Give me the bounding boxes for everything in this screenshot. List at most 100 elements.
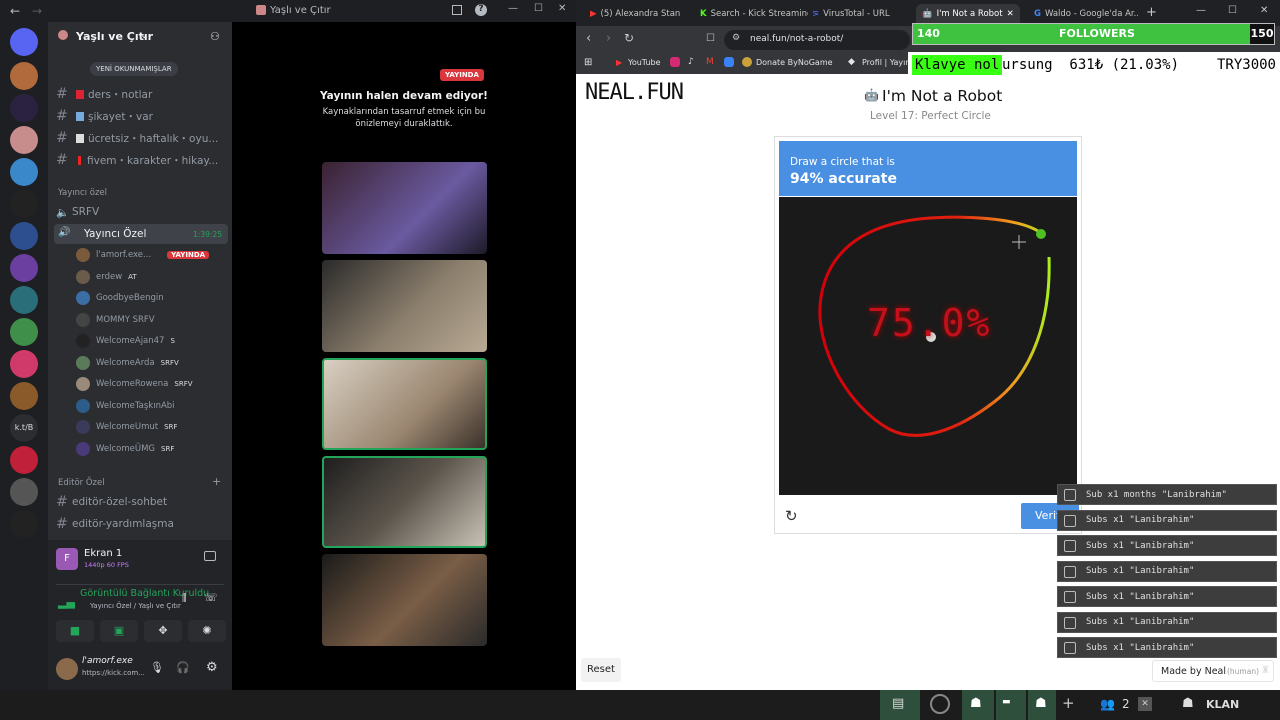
forward-arrow-icon[interactable]: › bbox=[606, 31, 611, 46]
headphones-icon[interactable]: 🎧 bbox=[176, 661, 190, 674]
reset-button[interactable]: Reset bbox=[581, 658, 621, 682]
voice-user[interactable]: WelcomeAjan47 S bbox=[76, 332, 226, 350]
inbox-icon[interactable] bbox=[452, 5, 462, 15]
noise-suppression-icon[interactable]: ⫼ bbox=[182, 593, 187, 604]
activities-button[interactable]: ✥ bbox=[144, 620, 182, 642]
back-arrow-icon[interactable]: ← bbox=[10, 4, 20, 18]
stop-stream-icon[interactable] bbox=[204, 551, 216, 561]
voice-user[interactable]: l'amorf.exe... YAYINDA bbox=[76, 246, 226, 264]
voice-user[interactable]: MOMMY SRFV bbox=[76, 311, 226, 329]
server-icon[interactable] bbox=[10, 446, 38, 474]
add-channel-icon[interactable]: + bbox=[212, 475, 221, 488]
voice-user[interactable]: WelcomeTaşkınAbi bbox=[76, 397, 226, 415]
taskbar-app[interactable]: ▤ bbox=[880, 690, 920, 720]
help-icon[interactable]: ? bbox=[475, 4, 487, 16]
made-by-badge[interactable]: Made by Neal (human) ♜ bbox=[1152, 660, 1274, 682]
server-icon[interactable] bbox=[10, 62, 38, 90]
bookmark-star-icon[interactable]: ☐ bbox=[706, 33, 715, 44]
refresh-icon[interactable]: ↻ bbox=[785, 507, 798, 525]
video-tile[interactable] bbox=[322, 358, 487, 450]
server-icon[interactable] bbox=[10, 94, 38, 122]
url-field[interactable]: ⚙ neal.fun/not-a-robot/ bbox=[724, 30, 910, 50]
bookmark-donate[interactable]: Donate ByNoGame bbox=[756, 58, 833, 67]
bookmark-youtube[interactable]: YouTube bbox=[628, 58, 661, 67]
screen-share-button[interactable]: ▣ bbox=[100, 620, 138, 642]
new-unread-pill[interactable]: YENİ OKUNMAMIŞLAR bbox=[90, 62, 178, 76]
taskbar-app[interactable] bbox=[922, 690, 958, 720]
avatar[interactable] bbox=[56, 658, 78, 680]
soundboard-button[interactable]: ✺ bbox=[188, 620, 226, 642]
minimize-button[interactable]: — bbox=[1196, 5, 1206, 16]
drawing-canvas[interactable]: 75.0% bbox=[779, 197, 1077, 495]
server-icon[interactable] bbox=[10, 350, 38, 378]
tab[interactable]: K Search - Kick Streaming bbox=[694, 4, 808, 24]
tab-active[interactable]: 🤖 I'm Not a Robot ✕ bbox=[916, 4, 1020, 24]
chevron-down-icon[interactable]: ⌄ bbox=[140, 30, 148, 41]
disconnect-icon[interactable]: ☏ bbox=[204, 591, 218, 604]
bookmark-icon[interactable] bbox=[724, 57, 734, 67]
reload-icon[interactable]: ↻ bbox=[624, 31, 634, 45]
voice-channel-active[interactable]: 🔊 Yayıncı Özel 1:39:25 bbox=[54, 224, 228, 244]
channel-item[interactable]: # editör-özel-sohbet bbox=[56, 492, 226, 512]
voice-user[interactable]: WelcomeArda SRFV bbox=[76, 354, 226, 372]
voice-user[interactable]: erdew AT bbox=[76, 268, 226, 286]
tab[interactable]: ⋝ VirusTotal - URL bbox=[806, 4, 910, 24]
taskbar-app[interactable]: ▬ bbox=[996, 690, 1026, 720]
maximize-button[interactable]: ☐ bbox=[534, 3, 543, 14]
add-icon[interactable]: + bbox=[1062, 694, 1075, 712]
apps-grid-icon[interactable]: ⊞ bbox=[584, 57, 592, 68]
taskbar-app[interactable]: ☗ bbox=[1028, 690, 1056, 720]
voice-user[interactable]: WelcomeRowena SRFV bbox=[76, 375, 226, 393]
video-tile[interactable] bbox=[322, 456, 487, 548]
gmail-icon[interactable]: M bbox=[706, 57, 714, 67]
video-tile[interactable] bbox=[322, 162, 487, 254]
username[interactable]: l'amorf.exe bbox=[82, 656, 133, 666]
voice-user[interactable]: WelcomeÜMG SRF bbox=[76, 440, 226, 458]
server-icon[interactable] bbox=[10, 222, 38, 250]
site-info-icon[interactable]: ⚙ bbox=[732, 33, 740, 43]
category-header[interactable]: Editör Özel bbox=[58, 478, 105, 488]
channel-item[interactable]: # ders・notlar bbox=[56, 84, 226, 104]
server-icon[interactable] bbox=[10, 382, 38, 410]
server-icon[interactable] bbox=[10, 510, 38, 538]
add-member-icon[interactable]: ⚇ bbox=[210, 30, 220, 43]
klan-label[interactable]: KLAN bbox=[1206, 698, 1239, 711]
server-icon[interactable] bbox=[10, 158, 38, 186]
back-arrow-icon[interactable]: ‹ bbox=[586, 31, 591, 46]
new-tab-icon[interactable]: + bbox=[1146, 5, 1157, 20]
tab[interactable]: G Waldo - Google'da Ar... bbox=[1028, 4, 1138, 24]
instagram-icon[interactable] bbox=[670, 57, 680, 67]
taskbar-app[interactable]: ☗ bbox=[962, 690, 994, 720]
voice-channel-srfv[interactable]: 🔈 SRFV bbox=[56, 202, 226, 222]
close-icon[interactable]: ✕ bbox=[1138, 697, 1152, 711]
minimize-button[interactable]: — bbox=[508, 3, 518, 14]
site-logo[interactable]: NEAL.FUN bbox=[585, 80, 684, 105]
close-tab-icon[interactable]: ✕ bbox=[1007, 9, 1014, 19]
gear-icon[interactable]: ⚙ bbox=[206, 660, 218, 675]
bookmark-profil[interactable]: Profil | Yayıncı bbox=[862, 58, 912, 67]
channel-item[interactable]: # editör-yardımlaşma bbox=[56, 514, 226, 534]
server-icon[interactable] bbox=[10, 478, 38, 506]
discord-home-icon[interactable] bbox=[10, 28, 38, 56]
channel-item[interactable]: # şikayet・var bbox=[56, 106, 226, 126]
camera-button[interactable]: ■ bbox=[56, 620, 94, 642]
people-icon[interactable]: 👥 bbox=[1100, 697, 1115, 711]
server-icon[interactable] bbox=[10, 286, 38, 314]
voice-user[interactable]: WelcomeUmut SRF bbox=[76, 418, 226, 436]
video-tile[interactable] bbox=[322, 554, 487, 646]
category-header[interactable]: Yayıncı özel bbox=[58, 188, 107, 198]
close-button[interactable]: ✕ bbox=[558, 3, 566, 14]
video-tile[interactable] bbox=[322, 260, 487, 352]
tab[interactable]: ▶ (5) Alexandra Stan bbox=[584, 4, 688, 24]
channel-item[interactable]: # fivem・karakter・hikay... bbox=[56, 150, 226, 170]
voice-user[interactable]: GoodbyeBengin bbox=[76, 289, 226, 307]
tiktok-icon[interactable]: ♪ bbox=[688, 57, 694, 67]
server-icon[interactable] bbox=[10, 318, 38, 346]
maximize-button[interactable]: ☐ bbox=[1228, 5, 1237, 16]
server-icon[interactable] bbox=[10, 190, 38, 218]
forward-arrow-icon[interactable]: → bbox=[32, 4, 42, 18]
channel-item[interactable]: # ücretsiz・haftalık・oyu... bbox=[56, 128, 226, 148]
server-icon[interactable] bbox=[10, 254, 38, 282]
microphone-icon[interactable]: 🎙 bbox=[150, 661, 164, 674]
connection-title[interactable]: Görüntülü Bağlantı Kuruldu bbox=[80, 588, 209, 599]
